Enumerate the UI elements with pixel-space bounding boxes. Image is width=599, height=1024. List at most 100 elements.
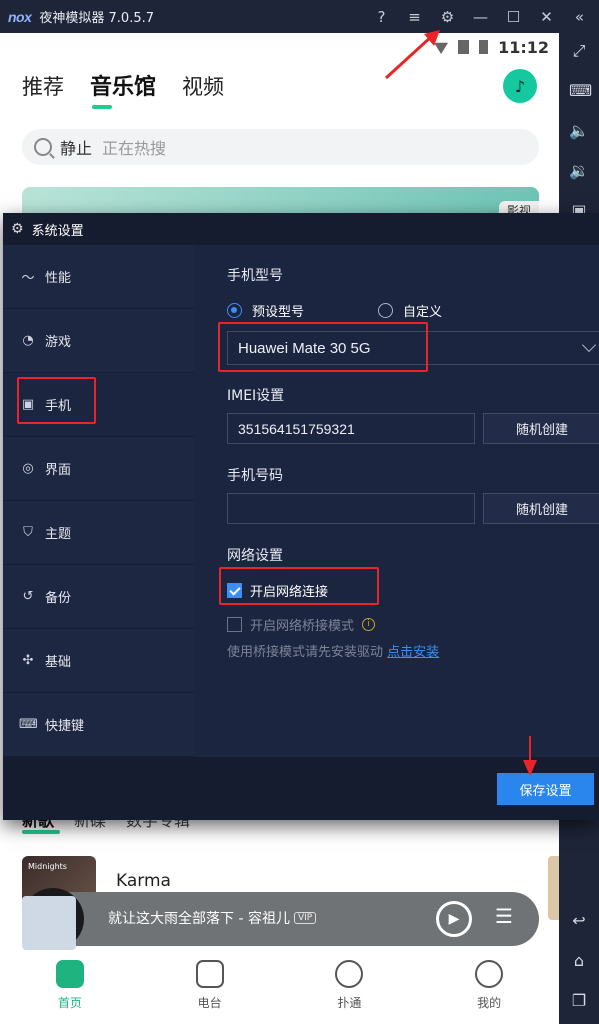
search-placeholder: 正在热搜 <box>102 139 167 158</box>
nav-putong[interactable]: 扑通 <box>280 954 420 1024</box>
model-radio-group: 预设型号 自定义 <box>227 301 442 320</box>
game-icon: ◔ <box>22 333 34 348</box>
settings-nav-label: 快捷键 <box>45 719 85 734</box>
nav-label: 扑通 <box>337 996 362 1010</box>
radio-preset[interactable] <box>227 303 242 318</box>
dialog-header: ⚙ 系统设置 <box>3 213 599 245</box>
theme-icon: ⛉ <box>23 525 33 540</box>
sim-icon <box>458 40 470 54</box>
minimize-icon[interactable]: — <box>471 7 490 26</box>
bridge-hint: 使用桥接模式请先安装驱动 点击安装 <box>227 641 439 660</box>
battery-icon <box>479 40 489 54</box>
enable-bridge-row[interactable]: 开启网络桥接模式 i <box>227 615 376 634</box>
annotation-arrow-gear <box>384 30 440 80</box>
app-title: 夜神模拟器 7.0.5.7 <box>39 11 155 26</box>
install-driver-link[interactable]: 点击安装 <box>387 645 439 660</box>
volume-down-icon[interactable]: 🔉 <box>569 161 589 181</box>
player-now-playing: 就让这大雨全部落下 - 容祖儿 VIP <box>108 908 317 928</box>
help-icon[interactable]: ? <box>372 7 391 26</box>
bottom-nav: 首页 电台 扑通 我的 <box>0 954 559 1024</box>
radio-preset-label[interactable]: 预设型号 <box>252 301 304 320</box>
back-icon[interactable]: ↩ <box>569 911 589 931</box>
enable-bridge-label[interactable]: 开启网络桥接模式 <box>250 615 354 634</box>
nav-mine[interactable]: 我的 <box>419 954 559 1024</box>
settings-nav-label: 性能 <box>45 271 72 286</box>
search-icon <box>34 138 52 156</box>
settings-nav-theme[interactable]: ⛉ 主题 <box>3 501 195 565</box>
fullscreen-icon[interactable]: ⤢ <box>569 41 589 61</box>
settings-nav-label: 基础 <box>45 655 72 670</box>
settings-gear-icon[interactable]: ⚙ <box>438 7 457 26</box>
imei-value: 351564151759321 <box>238 420 355 437</box>
annotation-box-network <box>219 567 379 605</box>
settings-nav-game[interactable]: ◔ 游戏 <box>3 309 195 373</box>
interface-icon: ◎ <box>22 461 34 476</box>
system-settings-dialog: ⚙ 系统设置 〜 性能 ◔ 游戏 ▣ 手机 ◎ 界面 ⛉ 主题 ↺ 备份 ✣ 基 <box>3 213 599 820</box>
annotation-arrow-save <box>523 736 537 776</box>
phone-number-label: 手机号码 <box>227 468 283 484</box>
song-cover-text: Midnights <box>28 862 67 871</box>
settings-nav-label: 备份 <box>45 591 72 606</box>
play-icon[interactable]: ▶ <box>436 901 472 937</box>
annotation-box-phone-tab <box>17 377 96 424</box>
settings-nav-interface[interactable]: ◎ 界面 <box>3 437 195 501</box>
phone-number-random-button[interactable]: 随机创建 <box>483 493 599 524</box>
nav-label: 我的 <box>477 996 502 1010</box>
player-album-art <box>22 896 76 950</box>
mini-player[interactable]: 就让这大雨全部落下 - 容祖儿 VIP ▶ ☰ <box>22 888 539 950</box>
phone-number-input[interactable] <box>227 493 475 524</box>
settings-nav-shortcuts[interactable]: ⌨ 快捷键 <box>3 693 195 757</box>
imei-input[interactable]: 351564151759321 <box>227 413 475 444</box>
phone-model-label: 手机型号 <box>227 268 283 284</box>
status-time: 11:12 <box>498 37 549 57</box>
backup-icon: ↺ <box>22 589 34 604</box>
vip-badge: VIP <box>293 912 317 924</box>
nav-label: 电台 <box>197 996 222 1010</box>
keyboard-icon: ⌨ <box>19 717 38 732</box>
nav-label: 首页 <box>57 996 82 1010</box>
save-settings-button[interactable]: 保存设置 <box>497 773 594 805</box>
active-tab-indicator <box>92 105 112 109</box>
radio-custom-label[interactable]: 自定义 <box>403 301 442 320</box>
playlist-icon[interactable]: ☰ <box>490 904 518 934</box>
settings-nav: 〜 性能 ◔ 游戏 ▣ 手机 ◎ 界面 ⛉ 主题 ↺ 备份 ✣ 基础 ⌨ 快捷键 <box>3 245 195 757</box>
performance-icon: 〜 <box>21 271 35 286</box>
keyboard-mapping-icon[interactable]: ⌨ <box>569 81 592 101</box>
player-track: 就让这大雨全部落下 - 容祖儿 <box>108 911 290 927</box>
settings-nav-performance[interactable]: 〜 性能 <box>3 245 195 309</box>
close-icon[interactable]: ✕ <box>537 7 556 26</box>
info-icon[interactable]: i <box>362 618 376 631</box>
chat-icon <box>335 960 364 988</box>
imei-label: IMEI设置 <box>227 388 285 404</box>
settings-nav-backup[interactable]: ↺ 备份 <box>3 565 195 629</box>
menu-icon[interactable]: ≡ <box>405 7 424 26</box>
imei-random-button[interactable]: 随机创建 <box>483 413 599 444</box>
home-icon[interactable]: ⌂ <box>569 951 589 971</box>
tab-video[interactable]: 视频 <box>182 71 224 101</box>
tab-music-hall[interactable]: 音乐馆 <box>90 69 156 101</box>
settings-nav-label: 界面 <box>45 463 72 478</box>
enable-bridge-checkbox[interactable] <box>227 617 242 632</box>
recent-apps-icon[interactable]: ❐ <box>569 991 589 1011</box>
settings-nav-basic[interactable]: ✣ 基础 <box>3 629 195 693</box>
maximize-icon[interactable]: ☐ <box>504 7 523 26</box>
annotation-box-model <box>218 322 428 372</box>
volume-up-icon[interactable]: 🔈 <box>569 121 589 141</box>
network-settings-label: 网络设置 <box>227 548 283 564</box>
list-tab-indicator <box>22 830 60 834</box>
search-bar[interactable]: 静止 正在热搜 <box>22 129 539 165</box>
music-note-icon[interactable]: ♪ <box>503 69 537 103</box>
home-music-icon <box>55 960 84 988</box>
search-hot-keyword: 静止 <box>60 139 93 158</box>
nav-radio[interactable]: 电台 <box>140 954 280 1024</box>
song-title[interactable]: Karma <box>116 871 171 891</box>
user-icon <box>475 960 504 988</box>
radio-icon <box>195 960 224 988</box>
status-bar: 11:12 <box>434 37 549 57</box>
next-item-peek <box>548 856 559 920</box>
nav-home[interactable]: 首页 <box>0 954 140 1024</box>
basic-icon: ✣ <box>22 653 34 668</box>
tab-recommend[interactable]: 推荐 <box>22 71 64 101</box>
collapse-sidebar-icon[interactable]: « <box>570 7 589 26</box>
radio-custom[interactable] <box>378 303 394 318</box>
